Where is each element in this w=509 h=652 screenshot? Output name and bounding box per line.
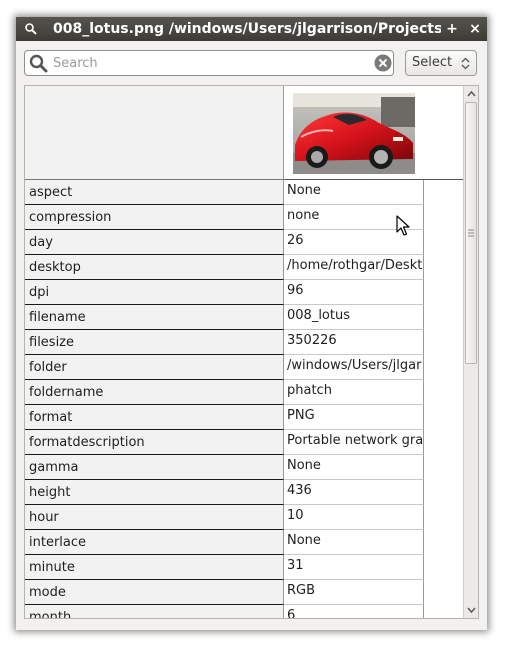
property-key: foldername [25,380,284,405]
property-value[interactable]: 31 [284,555,424,580]
mouse-cursor-icon [396,215,410,236]
property-key: mode [25,580,284,605]
table-row[interactable]: interlace None [25,530,425,555]
table-row[interactable]: compression none [25,205,425,230]
table-row[interactable]: desktop /home/rothgar/Deskto [25,255,425,280]
scroll-up-icon[interactable] [465,87,478,101]
property-value[interactable]: /home/rothgar/Deskto [284,255,424,280]
property-value[interactable]: PNG [284,405,424,430]
table-row[interactable]: minute 31 [25,555,425,580]
property-key: height [25,480,284,505]
scrollbar-thumb[interactable] [465,102,477,364]
grip-icon [468,229,474,237]
property-rows: aspect None compression none day 26 desk… [25,180,425,618]
red-sports-car-image [293,93,415,174]
property-key: filesize [25,330,284,355]
table-row[interactable]: filename 008_lotus [25,305,425,330]
vertical-scrollbar[interactable] [463,86,478,618]
property-value[interactable]: None [284,455,424,480]
table-row[interactable]: aspect None [25,180,425,205]
property-value[interactable]: 350226 [284,330,424,355]
search-box[interactable] [24,50,394,76]
property-key: desktop [25,255,284,280]
property-key: format [25,405,284,430]
updown-arrows-icon [461,57,470,70]
search-icon [29,54,48,73]
property-key: compression [25,205,284,230]
property-value[interactable]: None [284,530,424,555]
property-value[interactable]: /windows/Users/jlgar [284,355,424,380]
property-key: aspect [25,180,284,205]
search-input[interactable] [53,54,363,72]
property-key: hour [25,505,284,530]
table-row[interactable]: mode RGB [25,580,425,605]
select-label: Select [412,55,453,70]
property-key: folder [25,355,284,380]
add-button[interactable]: + [444,20,460,38]
close-button[interactable]: × [467,20,483,38]
table-row[interactable]: dpi 96 [25,280,425,305]
property-value[interactable]: 436 [284,480,424,505]
table-row[interactable]: folder /windows/Users/jlgar [25,355,425,380]
property-value[interactable]: 10 [284,505,424,530]
property-key: minute [25,555,284,580]
table-row[interactable]: formatdescription Portable network gra [25,430,425,455]
table-row[interactable]: day 26 [25,230,425,255]
title-bar[interactable]: 008_lotus.png /windows/Users/jlgarrison/… [16,17,487,41]
property-value[interactable]: RGB [284,580,424,605]
table-row[interactable]: month 6 [25,605,425,618]
window-title: 008_lotus.png /windows/Users/jlgarrison/… [53,21,441,37]
property-key: month [25,605,284,618]
table-row[interactable]: filesize 350226 [25,330,425,355]
grid-header-corner [25,86,284,180]
image-inspector-window: 008_lotus.png /windows/Users/jlgarrison/… [16,17,487,630]
property-value[interactable]: 008_lotus [284,305,424,330]
property-value[interactable]: 6 [284,605,424,618]
property-value[interactable]: phatch [284,380,424,405]
table-row[interactable]: height 436 [25,480,425,505]
property-key: interlace [25,530,284,555]
table-row[interactable]: foldername phatch [25,380,425,405]
table-row[interactable]: hour 10 [25,505,425,530]
table-row[interactable]: gamma None [25,455,425,480]
property-key: filename [25,305,284,330]
property-value[interactable]: None [284,180,424,205]
property-value[interactable]: Portable network gra [284,430,424,455]
magnifier-icon[interactable] [24,22,38,36]
thumbnail-header [284,86,464,180]
toolbar: Select [16,41,487,85]
property-key: dpi [25,280,284,305]
clear-icon[interactable] [374,54,392,72]
property-value[interactable]: 96 [284,280,424,305]
table-row[interactable]: format PNG [25,405,425,430]
property-grid[interactable]: aspect None compression none day 26 desk… [24,85,479,619]
property-key: formatdescription [25,430,284,455]
scroll-down-icon[interactable] [465,603,478,617]
select-dropdown[interactable]: Select [405,50,477,76]
property-key: day [25,230,284,255]
property-key: gamma [25,455,284,480]
